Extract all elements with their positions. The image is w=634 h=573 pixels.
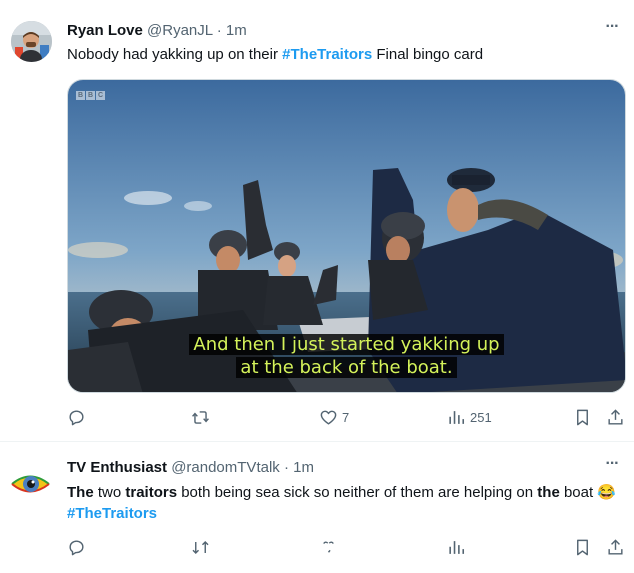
- tweet-tv-enthusiast[interactable]: TV Enthusiast @randomTVtalk · 1m ··· The…: [0, 443, 634, 573]
- tweet-header: Ryan Love @RyanJL · 1m: [67, 22, 247, 40]
- more-options-button[interactable]: ···: [602, 18, 622, 40]
- share-icon: [608, 538, 623, 555]
- timestamp[interactable]: 1m: [226, 22, 247, 39]
- like-count: 7: [342, 409, 350, 425]
- tweet-text-part: two: [93, 484, 126, 501]
- reply-button[interactable]: [67, 405, 86, 429]
- tweet-text-part: boat: [559, 484, 598, 501]
- tweet-actions: [67, 535, 625, 559]
- reply-button[interactable]: [67, 535, 86, 559]
- like-button[interactable]: [319, 535, 338, 559]
- retweet-icon: [192, 410, 209, 424]
- more-options-button[interactable]: ···: [602, 455, 622, 477]
- user-handle[interactable]: @RyanJL: [147, 22, 213, 39]
- watermark-letter: B: [76, 91, 85, 100]
- retweet-button[interactable]: [191, 405, 210, 429]
- tweet-actions: 7 251: [67, 405, 625, 429]
- bookmark-icon: [577, 539, 588, 555]
- like-button[interactable]: 7: [319, 405, 349, 429]
- laughing-emoji: 😂: [597, 484, 616, 501]
- tweet-header: TV Enthusiast @randomTVtalk · 1m: [67, 459, 314, 477]
- separator-dot: ·: [216, 22, 222, 39]
- tweet-ryan-love[interactable]: Ryan Love @RyanJL · 1m ··· Nobody had ya…: [0, 0, 634, 442]
- watermark-letter: C: [96, 91, 105, 100]
- eye-logo-avatar: [10, 463, 51, 504]
- share-button[interactable]: [606, 405, 625, 429]
- tweet-text-part: the: [537, 484, 560, 501]
- share-icon: [608, 408, 623, 425]
- subtitle-text: at the back of the boat.: [236, 357, 457, 378]
- views-icon: [449, 540, 465, 554]
- user-handle[interactable]: @randomTVtalk: [171, 459, 280, 476]
- bbc-watermark: B B C: [76, 91, 105, 100]
- tweet-text-part: Nobody had yakking up on their: [67, 46, 283, 63]
- watermark-letter: B: [86, 91, 95, 100]
- hashtag-link[interactable]: #TheTraitors: [282, 46, 372, 63]
- heart-icon: [320, 410, 337, 425]
- bookmark-button[interactable]: [573, 405, 592, 429]
- views-button[interactable]: 251: [447, 405, 492, 429]
- tweet-text-part: traitors: [125, 484, 178, 501]
- reply-icon: [69, 539, 84, 555]
- tweet-text-part: Final bingo card: [372, 46, 484, 63]
- subtitle-line: And then I just started yakking up: [68, 333, 625, 356]
- avatar[interactable]: [11, 21, 52, 62]
- views-button[interactable]: [447, 535, 466, 559]
- display-name[interactable]: TV Enthusiast: [67, 459, 167, 476]
- avatar-photo: [11, 21, 52, 62]
- tweet-text: The two traitors both being sea sick so …: [67, 482, 620, 524]
- heart-icon: [323, 540, 334, 553]
- bookmark-icon: [577, 409, 588, 425]
- timestamp[interactable]: 1m: [293, 459, 314, 476]
- more-horizontal-icon: ···: [605, 455, 620, 472]
- bookmark-button[interactable]: [573, 535, 592, 559]
- tweet-text: Nobody had yakking up on their #TheTrait…: [67, 44, 620, 65]
- retweet-icon: [192, 540, 209, 554]
- more-horizontal-icon: ···: [605, 18, 620, 35]
- hashtag-link[interactable]: #TheTraitors: [67, 505, 157, 522]
- avatar[interactable]: [10, 463, 51, 504]
- subtitle-line: at the back of the boat.: [68, 356, 625, 379]
- retweet-button[interactable]: [191, 535, 210, 559]
- views-icon: [449, 410, 465, 424]
- views-count: 251: [470, 409, 492, 425]
- share-button[interactable]: [606, 535, 625, 559]
- tweet-text-part: both being sea sick so neither of them a…: [177, 484, 538, 501]
- separator-dot: ·: [283, 459, 289, 476]
- tweet-media-image[interactable]: B B C And then I just started yakking up…: [67, 79, 626, 393]
- subtitle-text: And then I just started yakking up: [189, 334, 504, 355]
- reply-icon: [69, 409, 84, 425]
- tweet-text-part: The: [67, 484, 94, 501]
- display-name[interactable]: Ryan Love: [67, 22, 143, 39]
